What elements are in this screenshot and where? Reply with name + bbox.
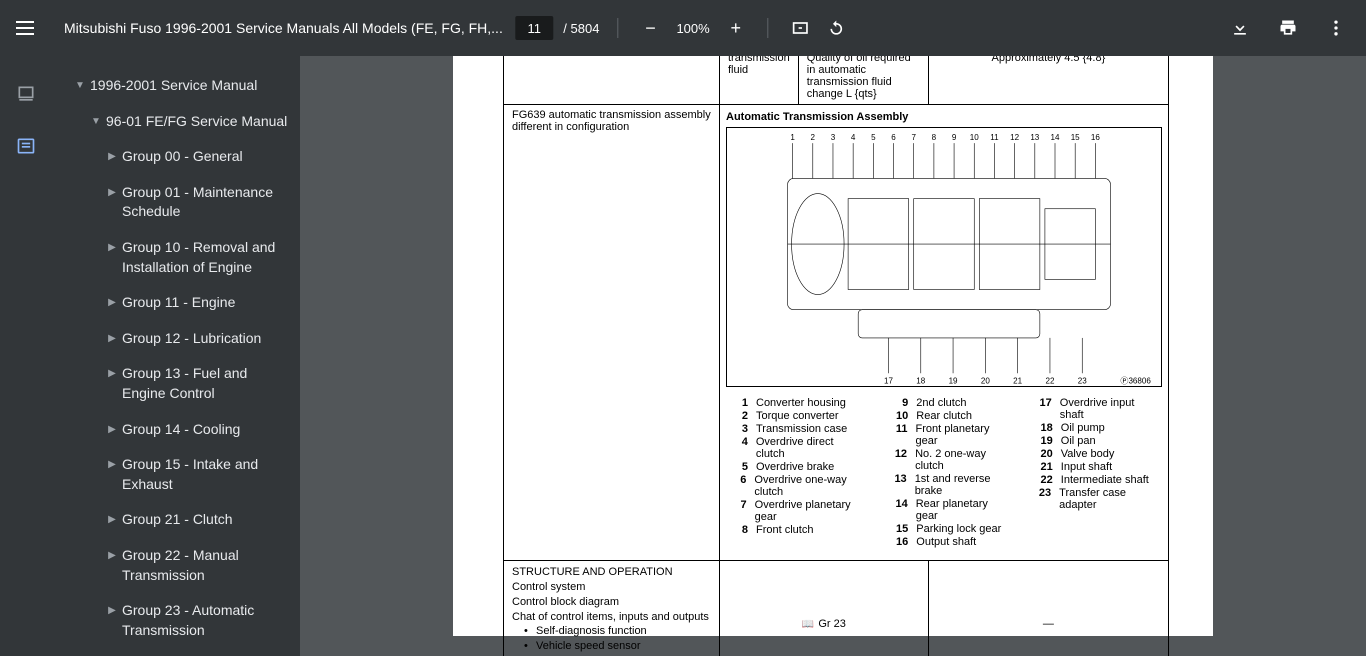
svg-text:16: 16	[1091, 133, 1100, 142]
outline-label: Group 21 - Clutch	[122, 510, 233, 530]
toolbar: Mitsubishi Fuso 1996-2001 Service Manual…	[0, 0, 1366, 56]
svg-text:4: 4	[851, 133, 856, 142]
svg-text:12: 12	[1010, 133, 1019, 142]
outline-group[interactable]: Group 10 - Removal and Installation of E…	[56, 230, 300, 285]
outline-label: Group 22 - Manual Transmission	[122, 546, 288, 585]
outline-group[interactable]: Group 01 - Maintenance Schedule	[56, 175, 300, 230]
svg-text:21: 21	[1013, 376, 1022, 385]
outline-group[interactable]: Group 15 - Intake and Exhaust	[56, 447, 300, 502]
chevron-right-icon[interactable]	[102, 423, 122, 437]
outline-section[interactable]: 96-01 FE/FG Service Manual	[56, 104, 300, 140]
svg-text:7: 7	[911, 133, 916, 142]
rotate-button[interactable]	[823, 14, 851, 42]
outline-group[interactable]: Group 23 - Automatic Transmission	[56, 593, 300, 648]
page-number-input[interactable]	[515, 16, 553, 40]
svg-text:19: 19	[949, 376, 958, 385]
divider	[617, 18, 618, 38]
svg-text:9: 9	[952, 133, 957, 142]
outline-group[interactable]: Group 00 - General	[56, 139, 300, 175]
chevron-right-icon[interactable]	[102, 296, 122, 310]
download-button[interactable]	[1226, 14, 1254, 42]
chevron-right-icon[interactable]	[102, 604, 122, 618]
zoom-in-button[interactable]: +	[722, 14, 750, 42]
chevron-right-icon[interactable]	[102, 241, 122, 255]
outline-label: Group 15 - Intake and Exhaust	[122, 455, 288, 494]
chevron-right-icon[interactable]	[102, 458, 122, 472]
outline-label: Group 10 - Removal and Installation of E…	[122, 238, 288, 277]
outline-label: Group 14 - Cooling	[122, 420, 240, 440]
svg-text:15: 15	[1071, 133, 1080, 142]
pdf-viewer[interactable]: transmissionfluid Quality of oil require…	[300, 56, 1366, 656]
outline-group[interactable]: Group 14 - Cooling	[56, 412, 300, 448]
svg-text:17: 17	[884, 376, 893, 385]
chevron-right-icon[interactable]	[102, 150, 122, 164]
svg-text:14: 14	[1051, 133, 1060, 142]
svg-text:5: 5	[871, 133, 876, 142]
outline-icon[interactable]	[16, 136, 40, 160]
toolbar-right	[1226, 14, 1350, 42]
outline-label: Group 11 - Engine	[122, 293, 235, 313]
chevron-right-icon[interactable]	[102, 186, 122, 200]
outline-group[interactable]: Group 22 - Manual Transmission	[56, 538, 300, 593]
outline-label: Group 13 - Fuel and Engine Control	[122, 364, 288, 403]
chevron-down-icon[interactable]	[70, 79, 90, 93]
chevron-right-icon[interactable]	[102, 367, 122, 381]
outline-label: Group 01 - Maintenance Schedule	[122, 183, 288, 222]
spec-table: transmissionfluid Quality of oil require…	[503, 56, 1169, 656]
outline-label: Group 00 - General	[122, 147, 243, 167]
toolbar-center: / 5804 − 100% +	[515, 14, 850, 42]
outline-group[interactable]: Group 12 - Lubrication	[56, 321, 300, 357]
outline-label: Group 23 - Automatic Transmission	[122, 601, 288, 640]
outline-sidebar: 1996-2001 Service Manual 96-01 FE/FG Ser…	[56, 56, 300, 656]
chevron-right-icon[interactable]	[102, 549, 122, 563]
svg-text:23: 23	[1078, 376, 1087, 385]
svg-text:20: 20	[981, 376, 990, 385]
svg-text:8: 8	[932, 133, 937, 142]
outline-group[interactable]: Group 21 - Clutch	[56, 502, 300, 538]
outline-label: 96-01 FE/FG Service Manual	[106, 112, 287, 132]
outline-label: 1996-2001 Service Manual	[90, 76, 257, 96]
print-button[interactable]	[1274, 14, 1302, 42]
structure-operation: STRUCTURE AND OPERATION Control system C…	[512, 565, 711, 656]
cross-ref: Gr 23	[818, 618, 846, 630]
svg-text:22: 22	[1045, 376, 1054, 385]
chevron-right-icon[interactable]	[102, 332, 122, 346]
pdf-page: transmissionfluid Quality of oil require…	[453, 56, 1213, 636]
transmission-diagram: 12345678910111213141516	[726, 127, 1162, 387]
outline-group[interactable]: Group 11 - Engine	[56, 285, 300, 321]
diagram-title: Automatic Transmission Assembly	[726, 111, 908, 123]
icon-rail	[0, 56, 56, 656]
svg-text:18: 18	[916, 376, 925, 385]
zoom-out-button[interactable]: −	[636, 14, 664, 42]
outline-root[interactable]: 1996-2001 Service Manual	[56, 68, 300, 104]
chevron-right-icon[interactable]	[102, 513, 122, 527]
svg-text:11: 11	[990, 133, 999, 142]
more-button[interactable]	[1322, 14, 1350, 42]
svg-text:13: 13	[1030, 133, 1039, 142]
row-label: FG639 automatic transmission assembly di…	[512, 109, 711, 133]
svg-text:3: 3	[831, 133, 836, 142]
page-total: / 5804	[563, 21, 599, 36]
outline-group[interactable]: Group 13 - Fuel and Engine Control	[56, 356, 300, 411]
document-title: Mitsubishi Fuso 1996-2001 Service Manual…	[64, 20, 503, 36]
fit-page-button[interactable]	[787, 14, 815, 42]
svg-text:1: 1	[790, 133, 795, 142]
zoom-level: 100%	[672, 21, 713, 36]
svg-text:2: 2	[811, 133, 816, 142]
chevron-down-icon[interactable]	[86, 115, 106, 129]
parts-list: 1Converter housing2Torque converter3Tran…	[726, 391, 1162, 554]
outline-label: Group 12 - Lubrication	[122, 329, 261, 349]
diagram-id: Ⓟ36806	[1120, 376, 1151, 385]
svg-text:6: 6	[891, 133, 896, 142]
svg-text:10: 10	[970, 133, 979, 142]
menu-icon[interactable]	[16, 16, 40, 40]
divider	[768, 18, 769, 38]
thumbnails-icon[interactable]	[16, 84, 40, 108]
book-icon	[802, 618, 818, 630]
